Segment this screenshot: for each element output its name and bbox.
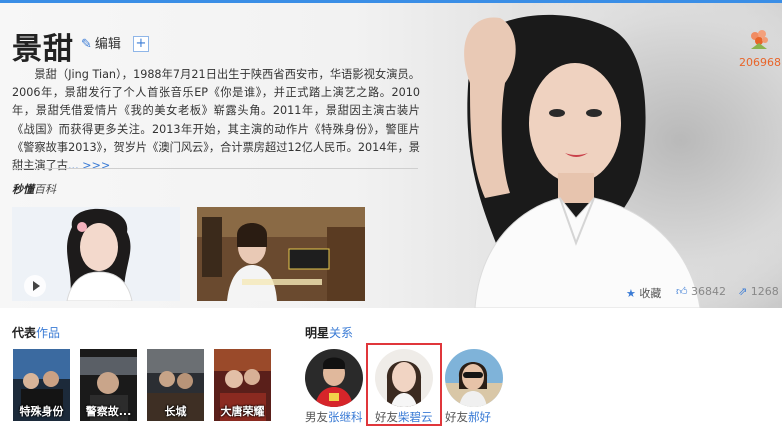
edit-label: 编辑: [94, 37, 121, 52]
works-section-title: 代表作品: [12, 324, 60, 341]
work-item[interactable]: 警察故...: [80, 349, 137, 421]
video-section-logo: 秒懂百科: [12, 181, 56, 197]
works-title-prefix: 代表: [12, 326, 37, 340]
divider: [12, 168, 418, 169]
work-title: 警察故...: [85, 405, 132, 418]
summary-text: 景甜（Jing Tian），1988年7月21日出生于陕西省西安市，华语影视女演…: [12, 68, 420, 173]
work-title: 长城: [164, 405, 187, 418]
flower-icon[interactable]: [747, 27, 771, 51]
work-title: 特殊身份: [19, 405, 64, 418]
work-title: 大唐荣耀: [220, 405, 265, 418]
video-thumbnail-2[interactable]: [197, 207, 365, 301]
avatar: [305, 349, 363, 407]
selection-highlight-box: [366, 343, 442, 426]
pencil-icon: ✎: [81, 37, 92, 52]
avatar: [445, 349, 503, 407]
page-title: 景甜: [12, 32, 74, 67]
relation-name[interactable]: 郝好: [468, 410, 491, 424]
work-item[interactable]: 特殊身份: [13, 349, 70, 421]
play-icon[interactable]: [24, 275, 46, 297]
thumbs-up-icon: 👍︎: [676, 285, 688, 298]
collect-label: 收藏: [639, 287, 662, 300]
video-thumbnail-1[interactable]: [12, 207, 180, 301]
more-link[interactable]: ... >>>: [68, 159, 110, 172]
work-item[interactable]: 长城: [147, 349, 204, 421]
relations-section-title: 明星关系: [305, 324, 353, 341]
video-logo-text: 秒懂: [12, 183, 34, 196]
biography-summary: 景甜（Jing Tian），1988年7月21日出生于陕西省西安市，华语影视女演…: [12, 66, 420, 175]
flower-counter: 206968: [739, 56, 781, 69]
relation-type: 好友: [445, 410, 468, 424]
relation-type: 男友: [305, 410, 328, 424]
share-button[interactable]: ⇗ 1268: [738, 285, 779, 298]
relation-label: 好友郝好: [445, 409, 525, 425]
edit-button[interactable]: ✎ 编辑: [81, 33, 121, 52]
collect-button[interactable]: ★ 收藏: [626, 285, 661, 301]
like-button[interactable]: 👍︎ 36842: [676, 285, 726, 298]
relations-title-highlight: 关系: [329, 326, 354, 340]
plus-square-icon[interactable]: +: [133, 36, 149, 52]
video-thumbnail-image: [197, 207, 365, 301]
work-item[interactable]: 大唐荣耀: [214, 349, 271, 421]
star-icon: ★: [626, 287, 636, 300]
relation-name[interactable]: 张继科: [328, 410, 363, 424]
share-icon: ⇗: [738, 285, 748, 298]
works-title-highlight: 作品: [36, 326, 61, 340]
like-count: 36842: [691, 285, 726, 298]
share-count: 1268: [750, 285, 779, 298]
relations-title-prefix: 明星: [305, 326, 330, 340]
video-logo-tail: 百科: [34, 183, 56, 196]
